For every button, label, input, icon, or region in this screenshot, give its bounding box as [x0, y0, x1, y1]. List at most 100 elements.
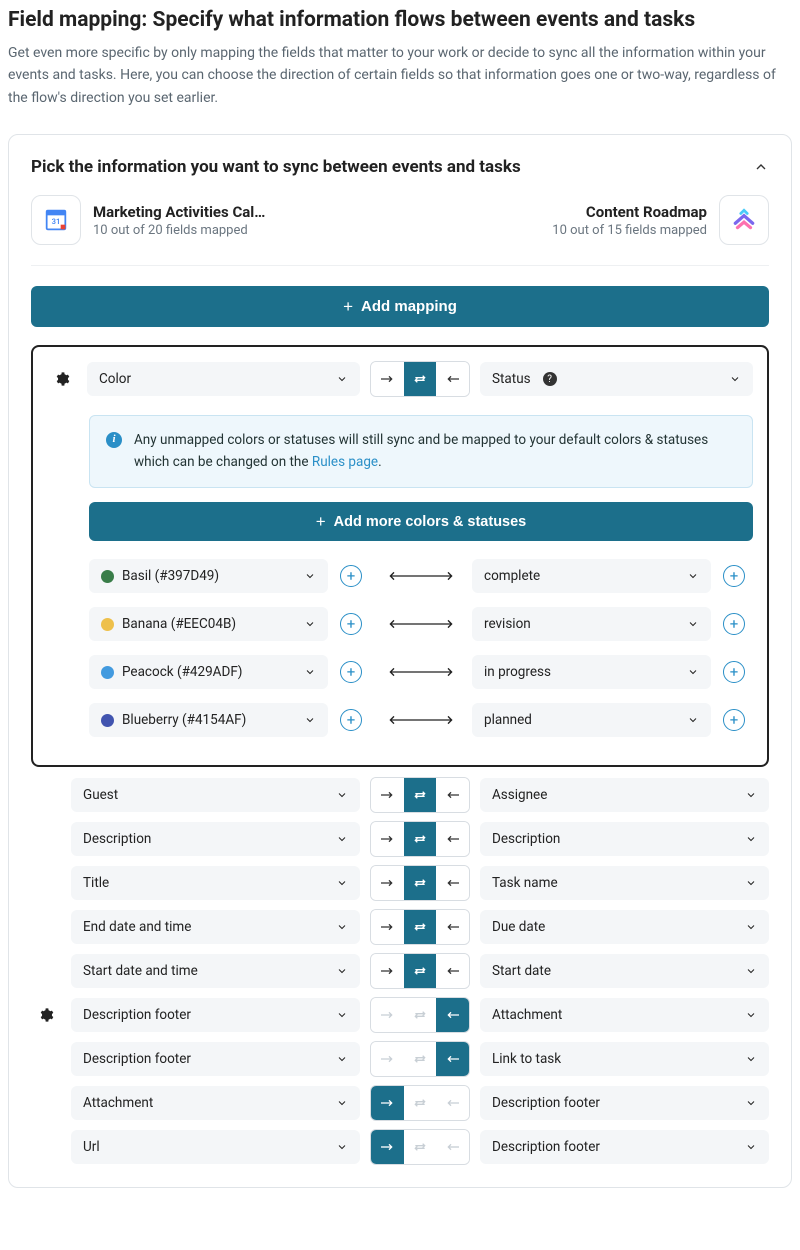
dir-right-to-left[interactable]	[436, 866, 469, 900]
dir-both[interactable]	[404, 1130, 437, 1164]
svg-text:31: 31	[52, 217, 61, 226]
add-left-icon[interactable]: +	[340, 661, 362, 683]
left-field-select[interactable]: Guest	[71, 778, 360, 812]
direction-toggle[interactable]	[370, 777, 470, 813]
right-field-select[interactable]: Link to task	[480, 1042, 769, 1076]
status-select[interactable]: planned	[472, 703, 711, 737]
add-right-icon[interactable]: +	[723, 565, 745, 587]
dir-left-to-right[interactable]	[371, 866, 404, 900]
dir-left-to-right[interactable]	[371, 822, 404, 856]
color-select[interactable]: Blueberry (#4154AF)	[89, 703, 328, 737]
dir-both[interactable]	[404, 954, 437, 988]
status-select[interactable]: complete	[472, 559, 711, 593]
dir-both[interactable]	[404, 1042, 437, 1076]
right-field-select[interactable]: Description footer	[480, 1130, 769, 1164]
chevron-down-icon	[304, 714, 316, 726]
color-select[interactable]: Basil (#397D49)	[89, 559, 328, 593]
source-left-sub: 10 out of 20 fields mapped	[93, 223, 265, 238]
dir-left-to-right[interactable]	[371, 998, 404, 1032]
status-select[interactable]: revision	[472, 607, 711, 641]
gear-icon[interactable]	[54, 371, 70, 387]
dir-both[interactable]	[404, 822, 437, 856]
dir-left-to-right[interactable]	[371, 1086, 404, 1120]
add-left-icon[interactable]: +	[340, 709, 362, 731]
direction-toggle[interactable]	[370, 1129, 470, 1165]
field-mapping-row: Url Description footer	[31, 1129, 769, 1165]
chevron-down-icon	[687, 666, 699, 678]
add-colors-button[interactable]: + Add more colors & statuses	[89, 502, 753, 541]
dir-left-to-right[interactable]	[371, 954, 404, 988]
dir-right-to-left[interactable]	[436, 778, 469, 812]
left-field-select[interactable]: Title	[71, 866, 360, 900]
direction-toggle[interactable]	[370, 909, 470, 945]
left-field-select[interactable]: Start date and time	[71, 954, 360, 988]
left-field-select[interactable]: Description	[71, 822, 360, 856]
dir-left-to-right[interactable]	[371, 1130, 404, 1164]
color-select[interactable]: Peacock (#429ADF)	[89, 655, 328, 689]
add-left-icon[interactable]: +	[340, 613, 362, 635]
dir-right-to-left[interactable]	[436, 822, 469, 856]
right-field-select[interactable]: Attachment	[480, 998, 769, 1032]
left-field-select[interactable]: Url	[71, 1130, 360, 1164]
status-select[interactable]: in progress	[472, 655, 711, 689]
dir-right-to-left[interactable]	[436, 954, 469, 988]
right-field-select[interactable]: Description footer	[480, 1086, 769, 1120]
right-field-select[interactable]: Assignee	[480, 778, 769, 812]
add-left-icon[interactable]: +	[340, 565, 362, 587]
chevron-down-icon	[745, 877, 757, 889]
dir-right-to-left[interactable]	[436, 998, 469, 1032]
color-mapping-row: Banana (#EEC04B) + revision +	[89, 607, 753, 641]
add-mapping-button[interactable]: + Add mapping	[31, 286, 769, 327]
left-field-select-color[interactable]: Color	[87, 362, 360, 396]
dir-right-to-left[interactable]	[436, 1086, 469, 1120]
field-mapping-row: End date and time Due date	[31, 909, 769, 945]
right-field-label: Description	[492, 831, 560, 847]
direction-toggle[interactable]	[370, 821, 470, 857]
dir-both[interactable]	[404, 778, 437, 812]
dir-right-to-left[interactable]	[436, 1042, 469, 1076]
right-field-select[interactable]: Due date	[480, 910, 769, 944]
left-field-select[interactable]: Attachment	[71, 1086, 360, 1120]
dir-left-to-right[interactable]	[371, 778, 404, 812]
dir-both[interactable]	[404, 362, 437, 396]
add-right-icon[interactable]: +	[723, 613, 745, 635]
card-header[interactable]: Pick the information you want to sync be…	[31, 157, 769, 177]
right-field-select-status[interactable]: Status ?	[480, 362, 753, 396]
dir-left-to-right[interactable]	[371, 1042, 404, 1076]
dir-both[interactable]	[404, 1086, 437, 1120]
right-field-select[interactable]: Task name	[480, 866, 769, 900]
right-field-label: Attachment	[492, 1007, 562, 1023]
dir-right-to-left[interactable]	[436, 1130, 469, 1164]
direction-toggle[interactable]	[370, 997, 470, 1033]
google-calendar-icon: 31	[31, 195, 81, 245]
direction-toggle[interactable]	[370, 953, 470, 989]
dir-right-to-left[interactable]	[436, 362, 469, 396]
add-right-icon[interactable]: +	[723, 709, 745, 731]
dir-both[interactable]	[404, 866, 437, 900]
help-icon[interactable]: ?	[543, 372, 557, 386]
direction-toggle[interactable]	[370, 361, 470, 397]
color-mapping-list: Basil (#397D49) + complete + Banana (#EE…	[89, 559, 753, 737]
direction-toggle[interactable]	[370, 1041, 470, 1077]
bidirectional-arrow-icon	[382, 570, 460, 582]
chevron-down-icon	[336, 1053, 348, 1065]
right-field-select[interactable]: Start date	[480, 954, 769, 988]
left-field-select[interactable]: Description footer	[71, 1042, 360, 1076]
left-field-select[interactable]: End date and time	[71, 910, 360, 944]
dir-left-to-right[interactable]	[371, 362, 404, 396]
left-field-label: Description footer	[83, 1007, 191, 1023]
rules-page-link[interactable]: Rules page	[312, 454, 378, 470]
right-field-select[interactable]: Description	[480, 822, 769, 856]
dir-right-to-left[interactable]	[436, 910, 469, 944]
direction-toggle[interactable]	[370, 865, 470, 901]
color-select[interactable]: Banana (#EEC04B)	[89, 607, 328, 641]
left-field-select[interactable]: Description footer	[71, 998, 360, 1032]
dir-left-to-right[interactable]	[371, 910, 404, 944]
status-label: complete	[484, 568, 540, 584]
right-field-label: Description footer	[492, 1139, 600, 1155]
dir-both[interactable]	[404, 910, 437, 944]
dir-both[interactable]	[404, 998, 437, 1032]
direction-toggle[interactable]	[370, 1085, 470, 1121]
add-right-icon[interactable]: +	[723, 661, 745, 683]
gear-icon[interactable]	[38, 1007, 54, 1023]
